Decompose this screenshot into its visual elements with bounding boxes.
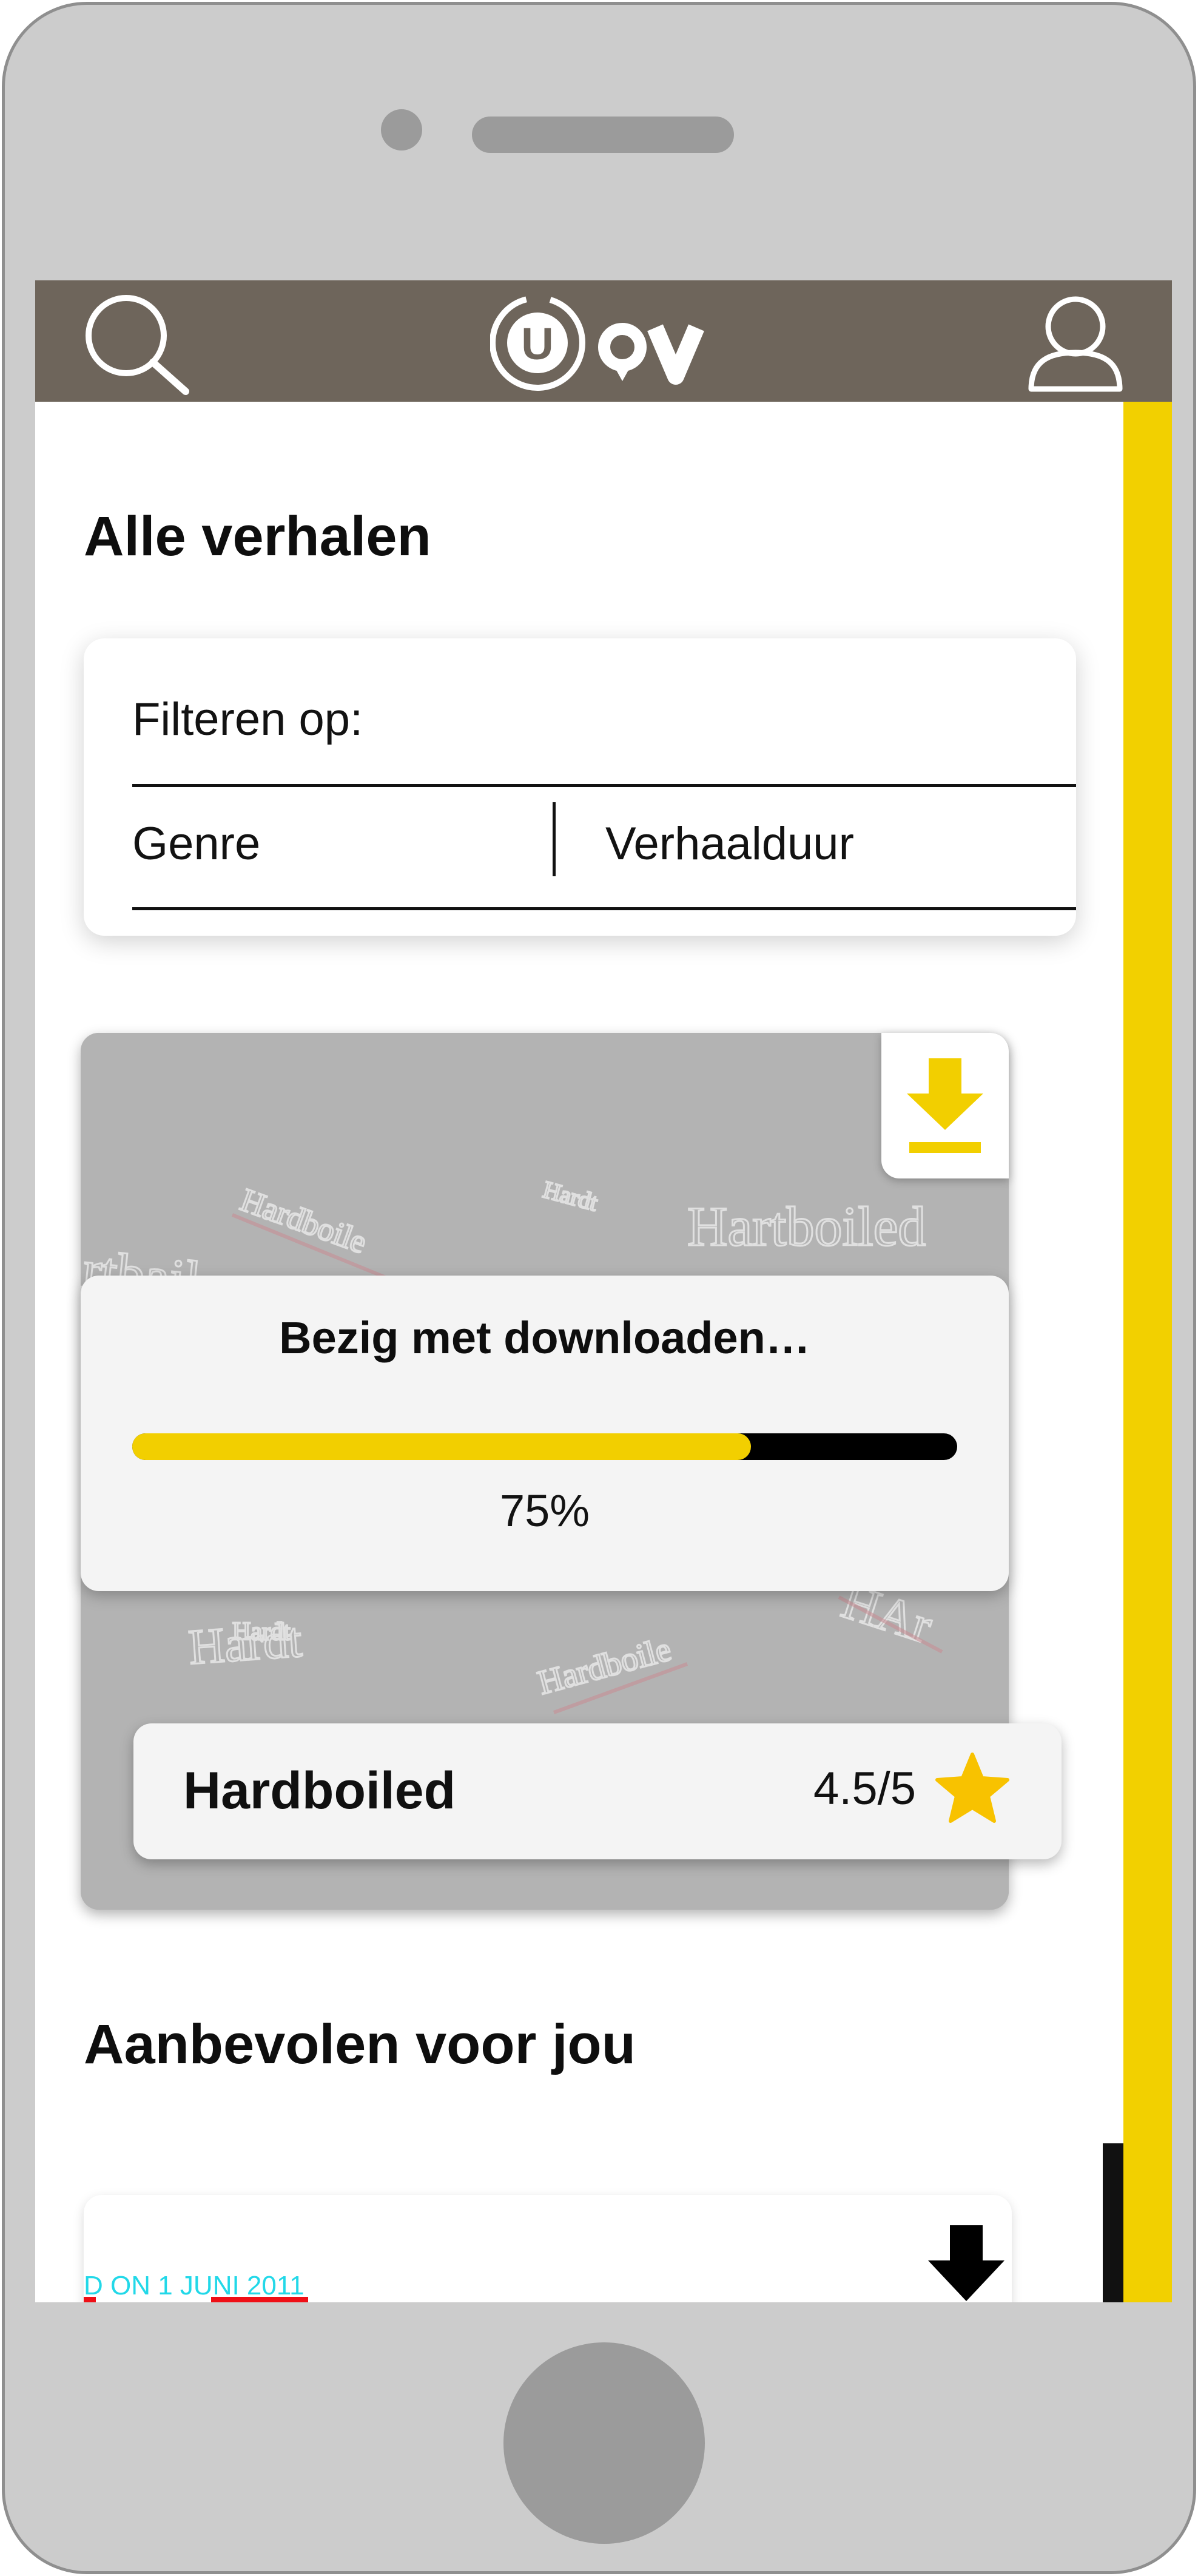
genre-filter[interactable]: Genre [132,817,527,870]
download-status-text: Bezig met downloaden… [279,1313,810,1363]
filter-label: Filteren op: [132,694,363,745]
section-title-all-stories: Alle verhalen [84,505,431,567]
app-screen: U Alle verhalen Filteren op: Genre Verha… [35,280,1172,2302]
recommended-story-card[interactable]: D ON 1 JUNI 2011 [84,2195,1012,2302]
svg-text:U: U [521,319,553,369]
search-button[interactable] [78,289,193,396]
svg-text:Hartboiled: Hartboiled [687,1195,926,1257]
story-title-pill[interactable]: Hardboiled 4.5/5 [133,1723,1062,1859]
star-icon [935,1753,1009,1823]
download-button[interactable] [881,1033,1009,1178]
download-icon[interactable] [927,2225,1006,2302]
story-card[interactable]: Hartboiled artbail Hardboile Hardt Hardt… [81,1033,1062,1910]
phone-frame: U Alle verhalen Filteren op: Genre Verha… [2,2,1196,2574]
section-title-recommended: Aanbevolen voor jou [84,2013,636,2075]
divider [132,907,1076,910]
user-icon [1028,296,1123,392]
camera-dot [381,109,422,150]
cover-red-bar [211,2297,308,2302]
profile-button[interactable] [1024,289,1127,395]
accent-strip [1123,402,1172,2302]
cover-red-mark [84,2297,96,2302]
svg-text:Hardt: Hardt [232,1618,291,1646]
download-icon [907,1058,983,1153]
speaker-slot [472,117,734,153]
progress-bar-fill [132,1433,751,1460]
top-bar: U [35,280,1172,402]
next-recommended-cover-peek [1103,2143,1123,2302]
main-content: Alle verhalen Filteren op: Genre Verhaal… [35,402,1123,2302]
progress-bar [132,1433,957,1460]
divider [132,784,1076,787]
home-button[interactable] [503,2342,705,2544]
story-title: Hardboiled [183,1762,456,1820]
uov-logo[interactable]: U [490,291,721,394]
progress-percent: 75% [499,1486,590,1536]
story-rating: 4.5/5 [813,1763,916,1814]
download-progress-panel: Bezig met downloaden… 75% [81,1276,1009,1591]
divider [553,802,556,876]
filter-card: Filteren op: Genre Verhaalduur [84,638,1076,936]
duration-filter[interactable]: Verhaalduur [605,817,1030,870]
search-icon [86,295,189,395]
